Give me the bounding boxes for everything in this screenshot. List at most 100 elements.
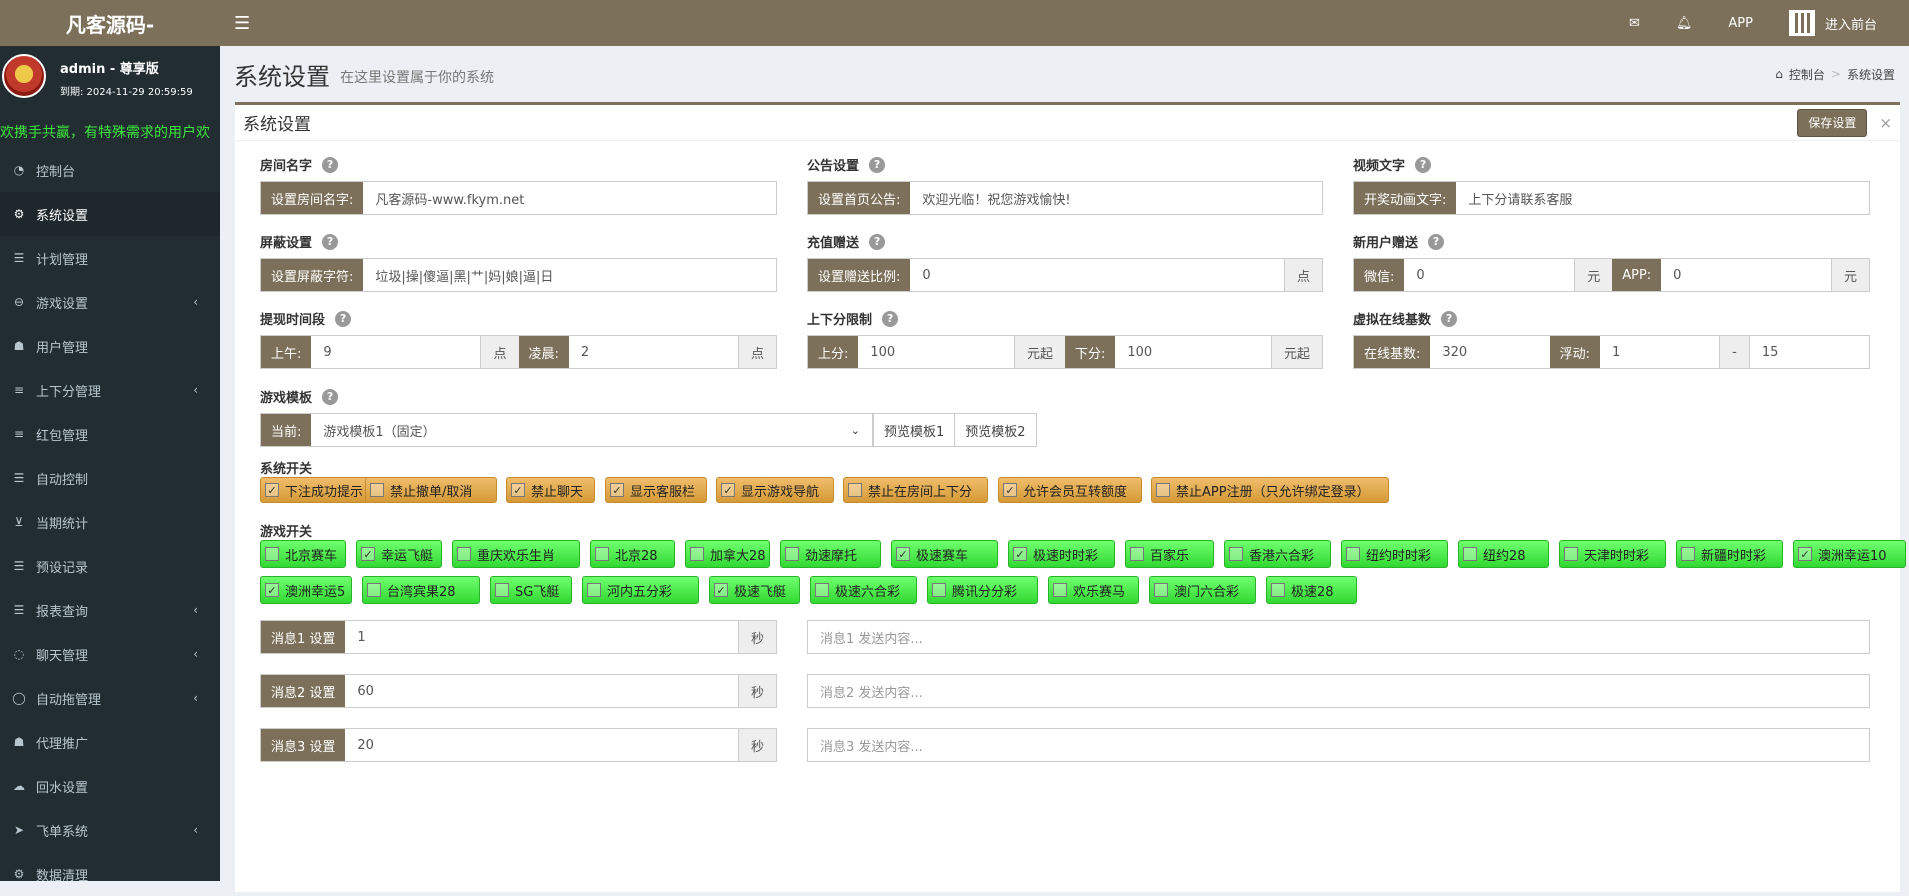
game-switch[interactable]: ✓ 澳洲幸运5 <box>260 576 352 604</box>
sidebar-item-label: 自动拖管理 <box>36 692 102 708</box>
sidebar-item-0[interactable]: ◔ 控制台 <box>0 148 220 192</box>
sidebar-item-4[interactable]: ☗ 用户管理 <box>0 324 220 368</box>
sidebar-item-6[interactable]: ≡ 红包管理 <box>0 412 220 456</box>
game-switch[interactable]: ✓ 极速时时彩 <box>1008 540 1115 568</box>
sidebar-item-12[interactable]: ◯ 自动拖管理 ‹ <box>0 676 220 720</box>
sidebar-item-15[interactable]: ➤ 飞单系统 ‹ <box>0 808 220 852</box>
am-input[interactable]: 9 <box>311 336 481 368</box>
avatar <box>2 54 46 98</box>
up-input[interactable]: 100 <box>858 336 1014 368</box>
game-switch[interactable]: SG飞艇 <box>490 576 572 604</box>
sidebar-item-2[interactable]: ☰ 计划管理 <box>0 236 220 280</box>
shield-input[interactable]: 垃圾|操|傻逼|黑|艹|妈|娘|逼|日 <box>363 259 776 291</box>
app-logo[interactable]: 凡客源码- <box>0 0 220 46</box>
bell-icon[interactable]: 🔔︎ <box>1658 0 1711 46</box>
game-switch[interactable]: 北京赛车 <box>260 540 346 568</box>
game-switch[interactable]: 极速28 <box>1266 576 1357 604</box>
system-switch[interactable]: ✓ 禁止聊天 <box>506 477 595 503</box>
help-icon[interactable]: ? <box>882 310 899 327</box>
online-group: 在线基数: 320 浮动: 1-15 <box>1353 335 1870 369</box>
sidebar-item-9[interactable]: ☰ 预设记录 <box>0 544 220 588</box>
system-switch[interactable]: ✓ 显示客服栏 <box>605 477 707 503</box>
help-icon[interactable]: ? <box>1415 156 1432 173</box>
preview-template-1-button[interactable]: 预览模板1 <box>873 413 956 447</box>
close-icon[interactable]: × <box>1879 114 1892 132</box>
night-input[interactable]: 2 <box>568 336 738 368</box>
down-input[interactable]: 100 <box>1115 336 1271 368</box>
system-switch[interactable]: ✓ 下注成功提示 <box>260 477 378 503</box>
system-switch[interactable]: 禁止撤单/取消 <box>365 477 497 503</box>
menu-toggle-icon[interactable]: ☰ <box>234 13 250 34</box>
message-content-input[interactable]: 消息2 发送内容... <box>808 675 1869 707</box>
message-content-input[interactable]: 消息1 发送内容... <box>808 621 1869 653</box>
help-icon[interactable]: ? <box>869 233 886 250</box>
save-button[interactable]: 保存设置 <box>1797 108 1868 137</box>
recharge-input[interactable]: 0 <box>910 259 1284 291</box>
game-switch[interactable]: ✓ 极速飞艇 <box>709 576 800 604</box>
app-bonus-input[interactable]: 0 <box>1661 259 1831 291</box>
front-link[interactable]: 进入前台 <box>1771 0 1895 46</box>
sidebar-item-label: 系统设置 <box>36 208 89 224</box>
help-icon[interactable]: ? <box>322 233 339 250</box>
message-interval-input[interactable]: 1 <box>345 621 738 653</box>
float-max-input[interactable]: 15 <box>1748 336 1869 368</box>
notice-input[interactable]: 欢迎光临！祝您游戏愉快! <box>910 182 1322 214</box>
game-switch[interactable]: 北京28 <box>590 540 675 568</box>
float-min-input[interactable]: 1 <box>1599 336 1720 368</box>
sidebar-item-14[interactable]: ☁ 回水设置 <box>0 764 220 808</box>
app-link[interactable]: APP <box>1710 0 1771 46</box>
room-name-input[interactable]: 凡客源码-www.fkym.net <box>363 182 776 214</box>
wechat-bonus-input[interactable]: 0 <box>1404 259 1575 291</box>
preview-template-2-button[interactable]: 预览模板2 <box>955 413 1037 447</box>
sidebar-item-16[interactable]: ⚙ 数据清理 <box>0 852 220 896</box>
video-text-input[interactable]: 上下分请联系客服 <box>1456 182 1869 214</box>
template-select[interactable]: 游戏模板1（固定） ⌄ <box>311 414 872 446</box>
system-switch[interactable]: 禁止在房间上下分 <box>843 477 988 503</box>
message-interval-input[interactable]: 20 <box>345 729 738 761</box>
message-interval-input[interactable]: 60 <box>345 675 738 707</box>
game-switch[interactable]: ✓ 澳洲幸运10 <box>1793 540 1906 568</box>
game-switch[interactable]: 腾讯分分彩 <box>927 576 1038 604</box>
sidebar-item-13[interactable]: ☗ 代理推广 <box>0 720 220 764</box>
sidebar-item-10[interactable]: ☰ 报表查询 ‹ <box>0 588 220 632</box>
game-switch[interactable]: 加拿大28 <box>685 540 770 568</box>
comment-icon: ◯ <box>12 691 26 705</box>
sidebar-item-8[interactable]: ⊻ 当期统计 <box>0 500 220 544</box>
system-switch[interactable]: ✓ 显示游戏导航 <box>716 477 834 503</box>
breadcrumb-home[interactable]: 控制台 <box>1789 66 1825 83</box>
system-switch[interactable]: 禁止APP注册（只允许绑定登录） <box>1151 477 1389 503</box>
message-content-input[interactable]: 消息3 发送内容... <box>808 729 1869 761</box>
game-switch[interactable]: ✓ 幸运飞艇 <box>356 540 442 568</box>
sidebar-item-3[interactable]: ⊖ 游戏设置 ‹ <box>0 280 220 324</box>
send-icon: ➤ <box>13 823 25 837</box>
sidebar-item-5[interactable]: ≡ 上下分管理 ‹ <box>0 368 220 412</box>
game-switch[interactable]: 天津时时彩 <box>1559 540 1666 568</box>
game-switch[interactable]: 百家乐 <box>1125 540 1214 568</box>
game-switch[interactable]: 香港六合彩 <box>1224 540 1331 568</box>
game-switch[interactable]: 纽约时时彩 <box>1341 540 1448 568</box>
game-switch[interactable]: 台湾宾果28 <box>362 576 480 604</box>
help-icon[interactable]: ? <box>322 388 339 405</box>
game-switch[interactable]: 新疆时时彩 <box>1676 540 1783 568</box>
game-switch[interactable]: 劲速摩托 <box>780 540 881 568</box>
help-icon[interactable]: ? <box>1441 310 1458 327</box>
game-switch[interactable]: 欢乐赛马 <box>1048 576 1139 604</box>
mail-icon[interactable]: ✉ <box>1611 0 1658 46</box>
newuser-label-text: 新用户赠送 <box>1353 236 1419 251</box>
sidebar-item-1[interactable]: ⚙ 系统设置 <box>0 192 220 236</box>
help-icon[interactable]: ? <box>322 156 339 173</box>
help-icon[interactable]: ? <box>335 310 352 327</box>
game-switch-label: 极速飞艇 <box>734 584 787 600</box>
system-switch[interactable]: ✓ 允许会员互转额度 <box>998 477 1142 503</box>
game-switch[interactable]: 重庆欢乐生肖 <box>452 540 580 568</box>
sidebar-item-11[interactable]: ◌ 聊天管理 ‹ <box>0 632 220 676</box>
online-base-input[interactable]: 320 <box>1430 336 1550 368</box>
game-switch[interactable]: 极速六合彩 <box>810 576 917 604</box>
help-icon[interactable]: ? <box>1428 233 1445 250</box>
game-switch[interactable]: 澳门六合彩 <box>1149 576 1256 604</box>
game-switch[interactable]: 纽约28 <box>1458 540 1549 568</box>
game-switch[interactable]: 河内五分彩 <box>582 576 699 604</box>
help-icon[interactable]: ? <box>869 156 886 173</box>
sidebar-item-7[interactable]: ☰ 自动控制 <box>0 456 220 500</box>
game-switch[interactable]: ✓ 极速赛车 <box>891 540 998 568</box>
